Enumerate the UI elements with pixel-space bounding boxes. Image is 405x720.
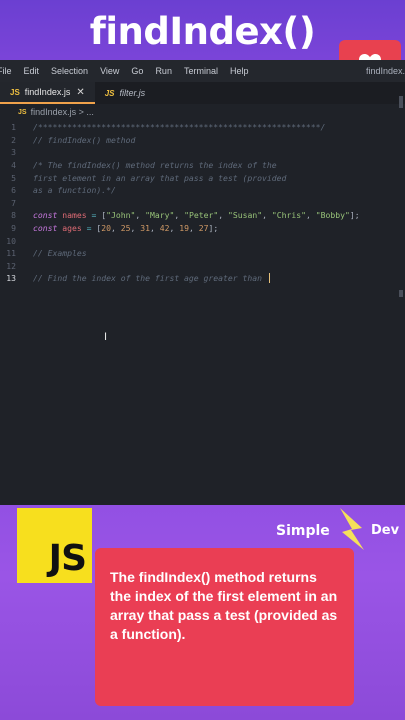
menu-edit[interactable]: Edit — [24, 66, 40, 76]
code-line[interactable]: 8 const names = ["John", "Mary", "Peter",… — [0, 209, 405, 222]
line-number: 13 — [6, 273, 16, 284]
code-token: "John" — [106, 210, 136, 221]
line-number: 1 — [11, 122, 16, 133]
menu-help[interactable]: Help — [230, 66, 249, 76]
code-token: ]; — [349, 210, 360, 221]
line-number: 9 — [11, 223, 16, 234]
code-token: 19 — [179, 223, 189, 234]
code-line[interactable]: 6 as a function).*/ — [0, 184, 405, 197]
mouse-cursor-icon: I — [104, 331, 108, 343]
line-number: 8 — [11, 210, 16, 221]
code-token: , — [111, 223, 121, 234]
js-file-icon: JS — [104, 88, 115, 98]
line-number: 12 — [6, 260, 16, 271]
scrollbar-marker — [399, 96, 403, 108]
line-number: 2 — [11, 134, 16, 145]
code-line[interactable]: 10 — [0, 234, 405, 247]
code-line[interactable]: 3 — [0, 146, 405, 159]
menu-selection[interactable]: Selection — [51, 66, 88, 76]
code-token: /***************************************… — [33, 122, 326, 133]
code-token: ]; — [208, 223, 219, 234]
code-area[interactable]: 1 /**************************************… — [0, 120, 405, 285]
breadcrumb-text[interactable]: findIndex.js > ... — [31, 107, 94, 117]
menu-run[interactable]: Run — [155, 66, 172, 76]
code-token: as a function).*/ — [33, 185, 116, 196]
code-token: "Susan" — [228, 210, 263, 221]
code-line[interactable]: 7 — [0, 197, 405, 210]
caption-box: The findIndex() method returns the index… — [95, 548, 354, 706]
javascript-logo: JS — [17, 508, 92, 583]
code-line[interactable]: 12 — [0, 260, 405, 273]
window-title: findIndex. — [365, 66, 405, 76]
code-token: 27 — [198, 223, 209, 234]
breadcrumb: JS findIndex.js > ... — [0, 104, 405, 120]
line-number: 10 — [6, 235, 16, 246]
code-token: , — [169, 223, 180, 234]
line-number: 7 — [11, 197, 16, 208]
code-token: // Examples — [33, 248, 87, 259]
brand-name-right: Dev — [371, 523, 400, 538]
code-line[interactable]: 2 // findIndex() method — [0, 134, 405, 147]
tab-findindex[interactable]: JS findIndex.js ✕ — [0, 82, 95, 104]
code-token: first element in an array that pass a te… — [33, 172, 287, 183]
code-token: "Bobby" — [315, 210, 350, 221]
code-token: 42 — [159, 223, 170, 234]
code-token: , — [306, 210, 316, 221]
code-line[interactable]: 1 /**************************************… — [0, 121, 405, 134]
menu-terminal[interactable]: Terminal — [184, 66, 218, 76]
code-token: , — [130, 223, 141, 234]
code-line[interactable]: 5 first element in an array that pass a t… — [0, 171, 405, 184]
menu-file[interactable]: File — [0, 66, 12, 76]
code-editor-window: File Edit Selection View Go Run Terminal… — [0, 60, 405, 505]
code-line[interactable]: 13 // Find the index of the first age gre… — [0, 272, 405, 285]
code-token: , — [150, 223, 160, 234]
line-number: 4 — [11, 160, 16, 171]
code-token: // Find the index of the first age great… — [33, 273, 267, 284]
code-token: = — [86, 210, 102, 221]
menu-go[interactable]: Go — [131, 66, 143, 76]
code-line[interactable]: 11 // Examples — [0, 247, 405, 260]
tab-filter[interactable]: JS filter.js — [95, 82, 155, 104]
js-file-icon: JS — [18, 108, 27, 116]
code-token: , — [189, 223, 199, 234]
tab-label: filter.js — [119, 88, 146, 98]
brand-name-left: Simple — [276, 523, 330, 539]
close-icon[interactable]: ✕ — [76, 87, 84, 98]
lightning-bolt-icon — [340, 508, 364, 550]
line-number: 5 — [11, 172, 16, 183]
tab-label: findIndex.js — [24, 87, 71, 97]
code-token: , — [262, 210, 272, 221]
code-token: /* The findIndex() method returns the in… — [33, 160, 277, 171]
line-number: 11 — [6, 248, 16, 259]
code-line[interactable]: 4 /* The findIndex() method returns the i… — [0, 159, 405, 172]
logo-text: JS — [48, 538, 87, 579]
scrollbar-marker — [399, 290, 403, 297]
code-line[interactable]: 9 const ages = [20, 25, 31, 42, 19, 27]; — [0, 222, 405, 235]
code-token: // findIndex() method — [33, 134, 136, 145]
caption-text: The findIndex() method returns the index… — [110, 569, 338, 642]
code-token: const — [33, 223, 63, 234]
line-number: 6 — [11, 185, 16, 196]
code-token: ages — [62, 223, 82, 234]
code-token: = — [81, 223, 97, 234]
text-caret — [268, 273, 270, 284]
menu-view[interactable]: View — [100, 66, 119, 76]
code-token: , — [174, 210, 185, 221]
js-file-icon: JS — [10, 87, 20, 97]
code-token: "Peter" — [184, 210, 219, 221]
brand-logo: Simple Dev — [276, 508, 404, 550]
code-token: names — [62, 210, 87, 221]
code-token: , — [135, 210, 146, 221]
code-token: "Chris" — [271, 210, 306, 221]
code-token: , — [218, 210, 228, 221]
code-token: 31 — [140, 223, 150, 234]
tab-bar: JS findIndex.js ✕ JS filter.js — [0, 82, 405, 104]
line-number: 3 — [11, 147, 16, 158]
code-token: 25 — [120, 223, 131, 234]
code-token: "Mary" — [145, 210, 175, 221]
menu-bar: File Edit Selection View Go Run Terminal… — [0, 60, 405, 82]
code-token: 20 — [101, 223, 111, 234]
code-token: const — [33, 210, 63, 221]
